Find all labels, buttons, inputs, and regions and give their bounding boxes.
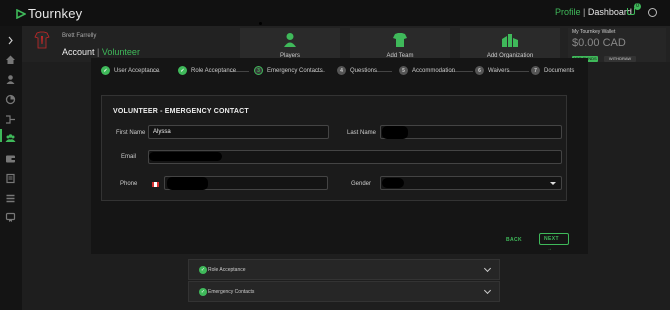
form-title: VOLUNTEER - EMERGENCY CONTACT: [113, 108, 249, 115]
user-name: Brett Farrelly: [62, 33, 97, 39]
user-icon[interactable]: [5, 72, 16, 84]
gender-select[interactable]: [380, 176, 562, 190]
step-number: 5: [399, 66, 408, 75]
sidebar: [0, 26, 22, 310]
step-documents[interactable]: 7 Documents: [531, 66, 574, 75]
redacted-phone: [167, 177, 208, 190]
players-card[interactable]: Players: [240, 28, 340, 60]
breadcrumb-account[interactable]: Account: [62, 47, 95, 57]
step-label: Role Acceptance: [191, 67, 237, 74]
wallet-widget: My Tournkey Wallet $0.00 CAD ADD FUNDS W…: [568, 28, 666, 62]
step-number: 3: [254, 66, 263, 75]
add-organization-card[interactable]: Add Organization: [460, 28, 560, 60]
gender-label: Gender: [351, 181, 372, 187]
step-label: Emergency Contacts: [267, 67, 323, 74]
registration-stepper: ✓ User Acceptance ✓ Role Acceptance 3 Em…: [91, 66, 588, 78]
dashboard-link[interactable]: Dashboard: [588, 7, 632, 17]
avatar-jersey-icon: [34, 31, 50, 49]
step-questions[interactable]: 4 Questions: [337, 66, 377, 75]
step-accommodation[interactable]: 5 Accommodation: [399, 66, 455, 75]
step-label: Documents: [544, 67, 575, 74]
step-label: Questions: [350, 67, 378, 74]
jersey-icon: [393, 33, 407, 47]
next-label: NEXT: [544, 236, 559, 242]
step-emergency-contacts[interactable]: 3 Emergency Contacts: [254, 66, 323, 75]
wallet-balance: $0.00 CAD: [572, 37, 626, 49]
step-label: Waivers: [488, 67, 510, 74]
step-role-acceptance[interactable]: ✓ Role Acceptance: [178, 66, 236, 75]
emergency-contact-form: VOLUNTEER - EMERGENCY CONTACT First Name…: [101, 95, 567, 201]
phone-label: Phone: [120, 181, 138, 187]
back-button[interactable]: BACK: [506, 237, 522, 243]
badge-icon[interactable]: [5, 210, 16, 222]
step-waivers[interactable]: 6 Waivers: [475, 66, 509, 75]
top-nav: Profile | Dashboard: [555, 7, 632, 17]
sidebar-active-indicator: [0, 129, 2, 142]
home-icon[interactable]: [5, 52, 16, 64]
check-icon: ✓: [199, 288, 207, 296]
list-icon[interactable]: [5, 191, 16, 203]
first-name-label: First Name: [116, 130, 146, 136]
cart-icon[interactable]: [627, 8, 635, 15]
accordion-emergency-contacts[interactable]: ✓ Emergency Contacts: [188, 281, 500, 302]
step-user-acceptance[interactable]: ✓ User Acceptance: [101, 66, 159, 75]
breadcrumb-separator: |: [97, 47, 100, 57]
cursor-icon: [259, 22, 262, 25]
redacted-last-name: [382, 126, 408, 139]
breadcrumb-volunteer: Volunteer: [101, 47, 140, 57]
chevron-down-icon: [550, 182, 556, 185]
accordion-label: Emergency Contacts: [208, 289, 255, 295]
step-number: 7: [531, 66, 540, 75]
step-connector: [375, 71, 392, 72]
top-nav-separator: |: [583, 7, 586, 17]
settings-icon[interactable]: [648, 8, 657, 17]
building-icon: [502, 34, 518, 47]
step-number: 4: [337, 66, 346, 75]
stats-icon[interactable]: [5, 92, 16, 105]
redacted-gender: [382, 178, 404, 188]
step-label: User Acceptance: [114, 67, 160, 74]
logo-mark-icon: [16, 8, 26, 19]
canada-flag-icon[interactable]: [152, 182, 159, 187]
avatar: [34, 30, 50, 56]
email-label: Email: [121, 154, 137, 160]
profile-link[interactable]: Profile: [555, 7, 581, 17]
accordion-label: Role Acceptance: [208, 267, 246, 273]
accordion-role-acceptance[interactable]: ✓ Role Acceptance: [188, 259, 500, 280]
step-label: Accommodation: [412, 67, 456, 74]
expand-sidebar-icon[interactable]: [5, 33, 16, 45]
teams-icon[interactable]: [5, 131, 16, 142]
first-name-field[interactable]: Alyssa: [148, 125, 329, 139]
add-team-card[interactable]: Add Team: [350, 28, 450, 60]
tournkey-logo[interactable]: Tournkey: [16, 6, 82, 21]
bracket-icon[interactable]: [5, 112, 16, 124]
check-icon: ✓: [178, 66, 187, 75]
last-name-label: Last Name: [347, 130, 377, 136]
cart-count-badge: 0: [634, 3, 641, 10]
breadcrumb: Account | Volunteer: [62, 47, 140, 57]
wallet-icon[interactable]: [5, 151, 16, 163]
wallet-title: My Tournkey Wallet: [572, 29, 616, 35]
check-icon: ✓: [101, 66, 110, 75]
chevron-down-icon: [483, 264, 492, 273]
arrow-right-icon: →: [547, 246, 553, 252]
chevron-down-icon: [483, 286, 492, 295]
document-icon[interactable]: [5, 171, 16, 184]
check-icon: ✓: [199, 266, 207, 274]
person-icon: [284, 33, 296, 47]
next-button[interactable]: NEXT →: [539, 233, 569, 252]
step-number: 6: [475, 66, 484, 75]
logo-text: Tournkey: [28, 6, 83, 21]
redacted-email: [149, 152, 222, 161]
step-connector: [507, 71, 529, 72]
emergency-contact-modal: ✓ User Acceptance ✓ Role Acceptance 3 Em…: [91, 58, 588, 254]
